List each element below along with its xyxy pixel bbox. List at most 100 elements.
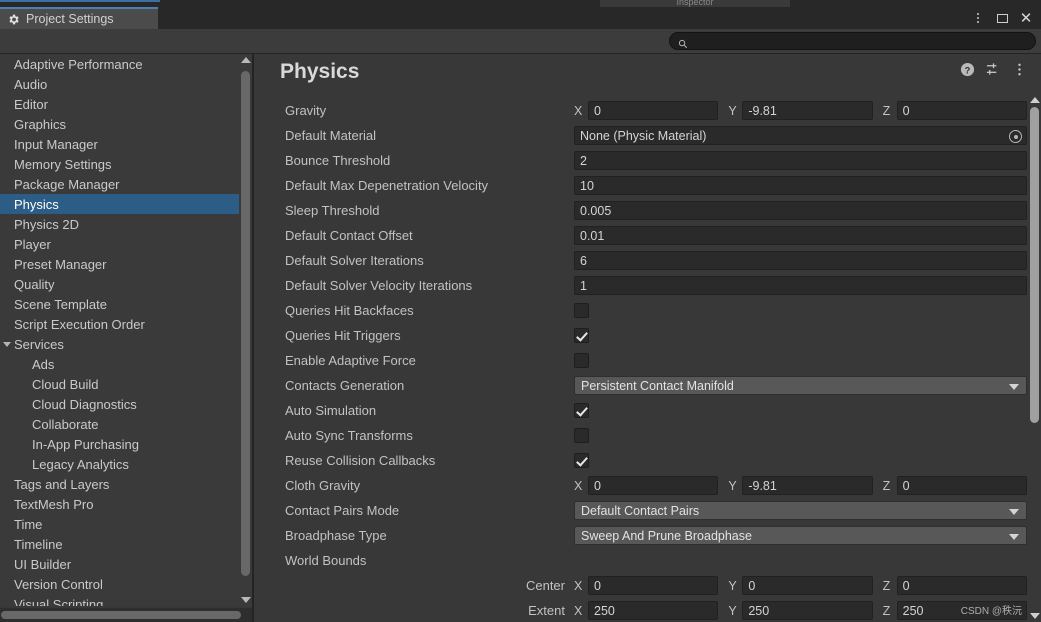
sidebar-scroll-up-button[interactable] (239, 54, 252, 66)
gravity-z-input[interactable] (896, 101, 1027, 120)
object-picker-icon[interactable] (1009, 130, 1022, 143)
queries-hit-triggers-checkbox[interactable] (574, 328, 589, 343)
center-x-input[interactable] (588, 576, 719, 595)
extent-x-input[interactable] (588, 601, 719, 620)
window-restore-button[interactable] (991, 8, 1013, 28)
search-input[interactable] (693, 33, 1025, 49)
default-material-object-field[interactable]: None (Physic Material) (574, 126, 1027, 145)
sidebar-item-label: Package Manager (14, 176, 120, 192)
queries-hit-backfaces-checkbox[interactable] (574, 303, 589, 318)
sidebar-item-physics-2d[interactable]: Physics 2D (0, 214, 252, 234)
sidebar-item-input-manager[interactable]: Input Manager (0, 134, 252, 154)
broadphase-type-dropdown[interactable]: Sweep And Prune Broadphase (574, 526, 1027, 545)
setting-field-default-contact-offset (574, 226, 1041, 245)
preset-icon[interactable] (986, 62, 1001, 77)
chevron-down-icon[interactable] (3, 341, 11, 347)
sidebar-item-script-execution-order[interactable]: Script Execution Order (0, 314, 252, 334)
setting-row-auto-sync-transforms: Auto Sync Transforms (254, 423, 1041, 448)
panel-scrollbar-thumb[interactable] (1030, 107, 1039, 423)
settings-sidebar: Adaptive Performance Audio Editor Graphics I… (0, 54, 252, 606)
default-solver-iterations-input[interactable] (574, 251, 1027, 270)
tab-project-settings[interactable]: Project Settings (0, 7, 158, 29)
sidebar-item-label: Visual Scripting (14, 596, 104, 607)
help-icon[interactable]: ? (960, 62, 975, 77)
sidebar-scroll-down-button[interactable] (239, 594, 252, 606)
default-max-depenetration-velocity-input[interactable] (574, 176, 1027, 195)
sidebar-item-graphics[interactable]: Graphics (0, 114, 252, 134)
window-menu-button[interactable] (967, 8, 989, 28)
setting-row-auto-simulation: Auto Simulation (254, 398, 1041, 423)
extent-z-input[interactable] (896, 601, 1027, 620)
close-icon: ✕ (1019, 8, 1033, 27)
sidebar-item-in-app-purchasing[interactable]: In-App Purchasing (0, 434, 252, 454)
window-close-button[interactable]: ✕ (1015, 8, 1037, 28)
setting-label-default-solver-iterations: Default Solver Iterations (285, 253, 424, 268)
enable-adaptive-force-checkbox[interactable] (574, 353, 589, 368)
panel-vertical-scrollbar[interactable] (1028, 94, 1041, 622)
sidebar-item-services[interactable]: Services (0, 334, 252, 354)
setting-row-broadphase-type: Broadphase Type Sweep And Prune Broadphas… (254, 523, 1041, 548)
sidebar-item-tags-and-layers[interactable]: Tags and Layers (0, 474, 252, 494)
extent-y-input[interactable] (742, 601, 873, 620)
axis-label-x: X (574, 578, 583, 593)
setting-row-cloth-gravity: Cloth Gravity X Y Z (254, 473, 1041, 498)
sidebar-item-scene-template[interactable]: Scene Template (0, 294, 252, 314)
sidebar-item-audio[interactable]: Audio (0, 74, 252, 94)
sidebar-item-cloud-diagnostics[interactable]: Cloud Diagnostics (0, 394, 252, 414)
sidebar-item-memory-settings[interactable]: Memory Settings (0, 154, 252, 174)
sidebar-item-textmesh-pro[interactable]: TextMesh Pro (0, 494, 252, 514)
contacts-generation-dropdown[interactable]: Persistent Contact Manifold (574, 376, 1027, 395)
reuse-collision-callbacks-checkbox[interactable] (574, 453, 589, 468)
cloth-gravity-y-input[interactable] (742, 476, 873, 495)
sidebar-item-label: Graphics (14, 116, 67, 132)
panel-scroll-down-button[interactable] (1028, 610, 1041, 622)
setting-field-center: X Y Z (574, 576, 1041, 595)
axis-label-z: Z (882, 103, 891, 118)
sidebar-item-ads[interactable]: Ads (0, 354, 252, 374)
setting-field-extent: X Y Z (574, 601, 1041, 620)
sidebar-item-legacy-analytics[interactable]: Legacy Analytics (0, 454, 252, 474)
sidebar-item-label: Preset Manager (14, 256, 107, 272)
center-y-input[interactable] (742, 576, 873, 595)
sidebar-item-time[interactable]: Time (0, 514, 252, 534)
sidebar-item-quality[interactable]: Quality (0, 274, 252, 294)
cloth-gravity-z-input[interactable] (896, 476, 1027, 495)
bounce-threshold-input[interactable] (574, 151, 1027, 170)
cloth-gravity-x-input[interactable] (588, 476, 719, 495)
contact-pairs-mode-dropdown[interactable]: Default Contact Pairs (574, 501, 1027, 520)
auto-sync-transforms-checkbox[interactable] (574, 428, 589, 443)
center-z-input[interactable] (896, 576, 1027, 595)
sidebar-item-physics[interactable]: Physics (0, 194, 252, 214)
auto-simulation-checkbox[interactable] (574, 403, 589, 418)
sleep-threshold-input[interactable] (574, 201, 1027, 220)
sidebar-item-package-manager[interactable]: Package Manager (0, 174, 252, 194)
sidebar-item-editor[interactable]: Editor (0, 94, 252, 114)
default-solver-velocity-iterations-input[interactable] (574, 276, 1027, 295)
sidebar-scrollbar-thumb[interactable] (241, 71, 250, 576)
sidebar-item-label: Version Control (14, 576, 103, 592)
panel-scroll-up-button[interactable] (1028, 94, 1041, 106)
setting-label-default-material: Default Material (285, 128, 377, 143)
sidebar-item-ui-builder[interactable]: UI Builder (0, 554, 252, 574)
sidebar-hscrollbar-thumb[interactable] (1, 611, 241, 619)
panel-menu-icon[interactable] (1012, 62, 1027, 77)
setting-field-cloth-gravity: X Y Z (574, 476, 1041, 495)
sidebar-item-player[interactable]: Player (0, 234, 252, 254)
sidebar-item-version-control[interactable]: Version Control (0, 574, 252, 594)
gravity-y-input[interactable] (742, 101, 873, 120)
default-contact-offset-input[interactable] (574, 226, 1027, 245)
setting-field-default-material: None (Physic Material) (574, 126, 1041, 145)
sidebar-item-preset-manager[interactable]: Preset Manager (0, 254, 252, 274)
sidebar-item-label: Physics (14, 196, 59, 212)
sidebar-horizontal-scrollbar[interactable] (0, 608, 252, 622)
sidebar-item-timeline[interactable]: Timeline (0, 534, 252, 554)
default-material-object-value: None (Physic Material) (580, 128, 707, 143)
search-box[interactable] (669, 32, 1036, 50)
sidebar-vertical-scrollbar[interactable] (239, 54, 252, 606)
sidebar-item-collaborate[interactable]: Collaborate (0, 414, 252, 434)
sidebar-item-adaptive-performance[interactable]: Adaptive Performance (0, 54, 252, 74)
vector3-field-cloth-gravity: X Y Z (574, 476, 1027, 495)
gravity-x-input[interactable] (588, 101, 719, 120)
sidebar-item-cloud-build[interactable]: Cloud Build (0, 374, 252, 394)
sidebar-item-visual-scripting[interactable]: Visual Scripting (0, 594, 252, 607)
